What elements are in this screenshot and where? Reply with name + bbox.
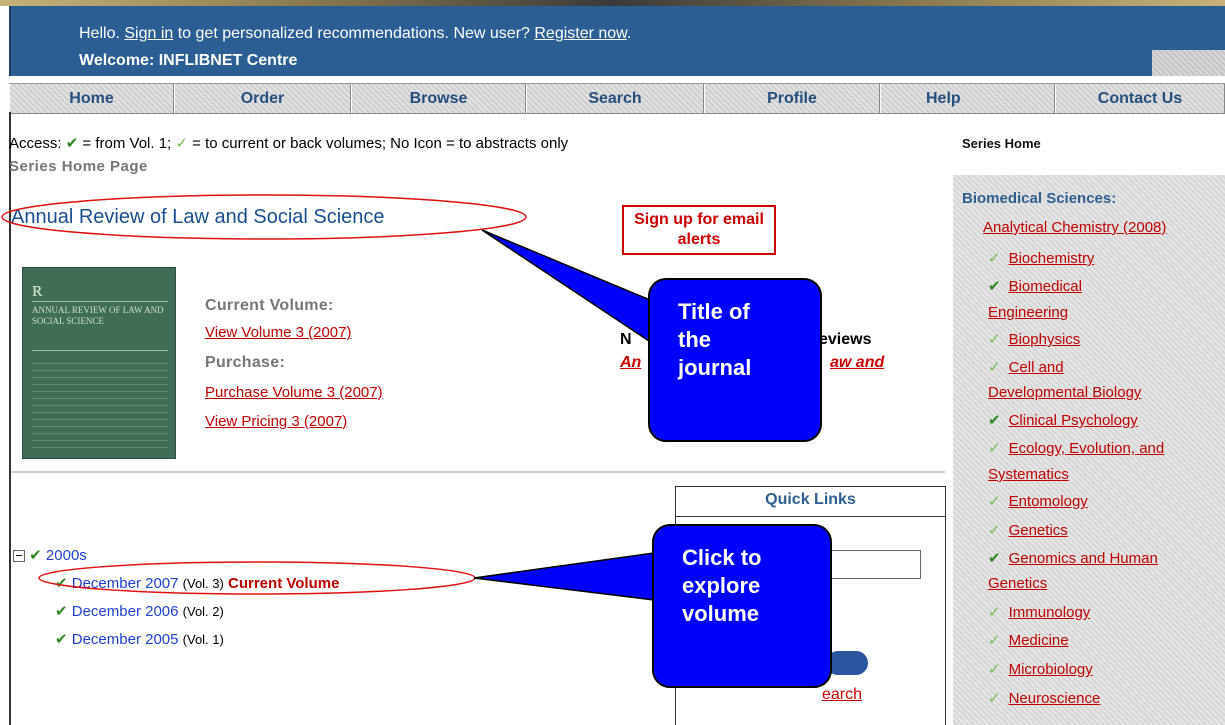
title-highlight-ellipse [1,194,527,240]
annotation-overlay [1,194,656,601]
title-callout-text: Title of the journal [678,299,752,380]
explore-callout-text: Click to explore volume [682,545,762,626]
explore-callout: Click to explore volume [652,524,832,688]
volume-highlight-ellipse [38,561,476,595]
explore-callout-pointer [473,552,655,601]
title-callout: Title of the journal [648,278,822,442]
title-callout-pointer [481,229,656,347]
